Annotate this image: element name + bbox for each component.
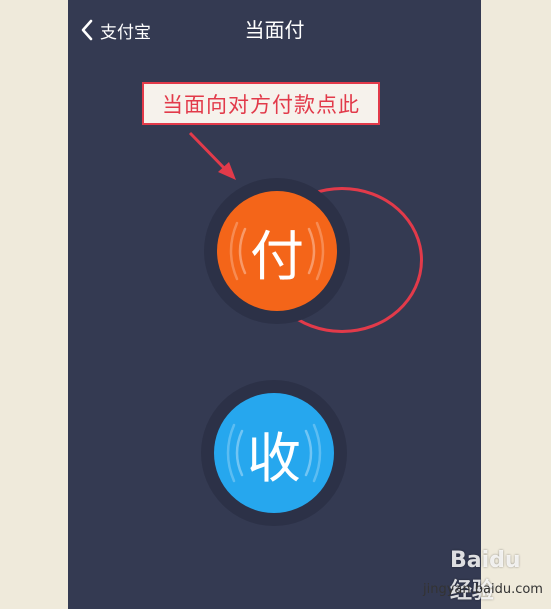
pay-label: 付 — [250, 224, 304, 288]
receive-label: 收 — [247, 426, 301, 490]
nav-bar: 支付宝 当面付 — [68, 0, 481, 58]
annotation-callout: 当面向对方付款点此 — [142, 82, 380, 125]
watermark-url: jingyan.baidu.com — [423, 582, 543, 597]
pay-button[interactable]: 付 — [217, 191, 337, 311]
page-title: 当面付 — [244, 18, 305, 42]
receive-button-frame: 收 — [201, 380, 347, 526]
receive-button[interactable]: 收 — [214, 393, 334, 513]
pay-button-frame: 付 — [204, 178, 350, 324]
annotation-text: 当面向对方付款点此 — [162, 92, 360, 117]
baidu-jingyan-watermark: Baidu 经验 jingyan.baidu.com — [420, 548, 548, 606]
